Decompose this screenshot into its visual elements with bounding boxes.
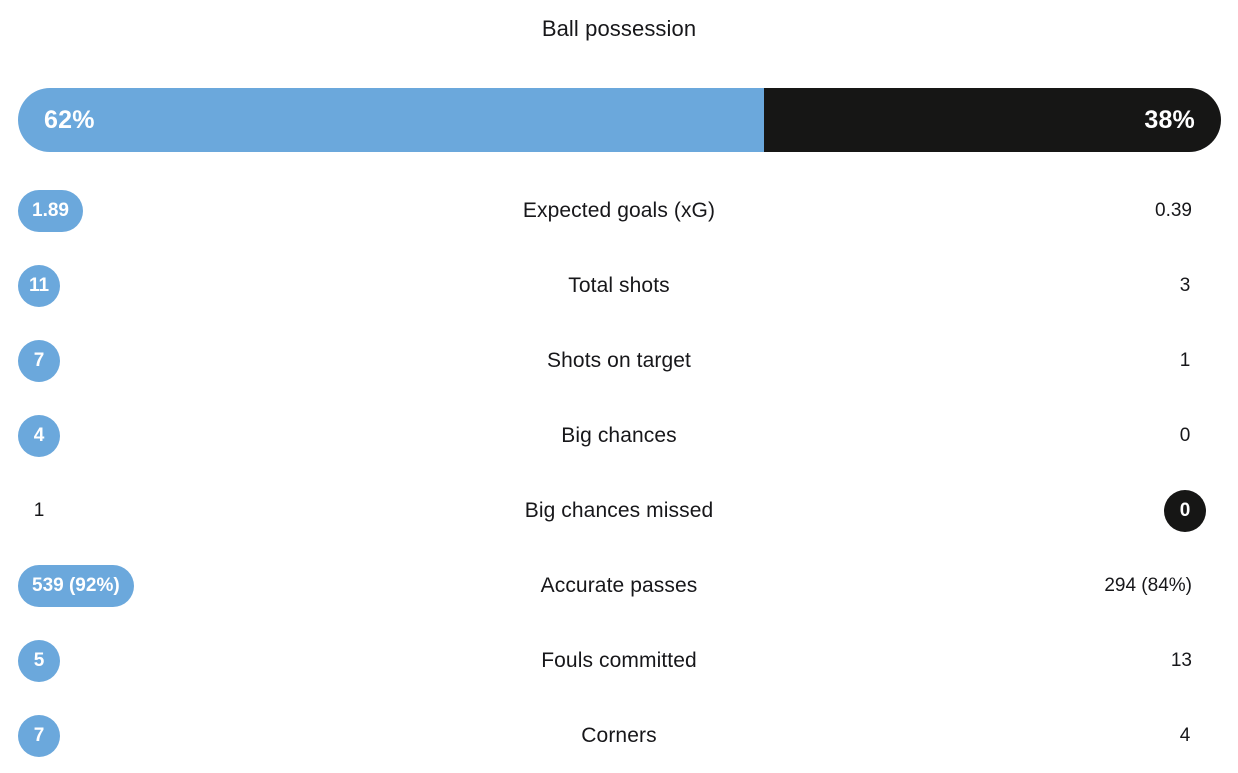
stat-away-value: 3 — [1179, 275, 1191, 296]
stat-home-value-wrap: 7 — [18, 323, 60, 398]
stat-row: 7 Corners 4 — [0, 698, 1238, 773]
stat-away-value-wrap: 3 — [1164, 248, 1206, 323]
stat-away-value: 294 (84%) — [1104, 575, 1192, 596]
stat-row: 1 Big chances missed 0 — [0, 473, 1238, 548]
stat-away-value-wrap: 1 — [1164, 323, 1206, 398]
stat-home-value-wrap: 539 (92%) — [18, 548, 134, 623]
ball-possession-bar: 62% 38% — [18, 88, 1221, 152]
possession-away-label: 38% — [1144, 105, 1195, 134]
stat-home-value-wrap: 4 — [18, 398, 60, 473]
stat-label: Accurate passes — [540, 573, 698, 597]
stat-label: Total shots — [568, 273, 670, 297]
stat-row: 7 Shots on target 1 — [0, 323, 1238, 398]
possession-segment-home: 62% — [18, 88, 764, 152]
stat-away-value: 0 — [1179, 425, 1191, 446]
stat-row: 4 Big chances 0 — [0, 398, 1238, 473]
stat-label: Shots on target — [547, 348, 691, 372]
stat-home-value: 1.89 — [18, 189, 83, 232]
stat-row: 5 Fouls committed 13 — [0, 623, 1238, 698]
stat-home-value: 539 (92%) — [18, 564, 134, 607]
stat-away-value-wrap: 0 — [1164, 473, 1206, 548]
stat-home-value-wrap: 1 — [18, 473, 60, 548]
stat-away-value: 0.39 — [1155, 200, 1192, 221]
match-statistics-panel: Ball possession 62% 38% 1.89 Expected goa… — [0, 0, 1238, 764]
stat-away-value-wrap: 4 — [1164, 698, 1206, 773]
stat-row: 539 (92%) Accurate passes 294 (84%) — [0, 548, 1238, 623]
stat-home-value: 11 — [18, 264, 60, 307]
stat-home-value: 4 — [18, 414, 60, 457]
stat-label: Fouls committed — [541, 648, 697, 672]
stat-away-value-wrap: 0.39 — [1141, 173, 1206, 248]
stat-row: 1.89 Expected goals (xG) 0.39 — [0, 173, 1238, 248]
stat-away-value-wrap: 294 (84%) — [1090, 548, 1206, 623]
stat-home-value: 5 — [18, 639, 60, 682]
statistics-list: 1.89 Expected goals (xG) 0.39 11 Total shots… — [0, 173, 1238, 773]
stat-home-value: 1 — [33, 500, 45, 521]
stat-label: Big chances — [561, 423, 677, 447]
stat-away-value: 0 — [1164, 489, 1206, 532]
stat-home-value: 7 — [18, 339, 60, 382]
stat-away-value: 13 — [1170, 650, 1192, 671]
stat-home-value-wrap: 5 — [18, 623, 60, 698]
stat-home-value-wrap: 11 — [18, 248, 60, 323]
stat-label: Expected goals (xG) — [522, 198, 716, 222]
stat-label: Big chances missed — [524, 498, 714, 522]
stat-home-value-wrap: 7 — [18, 698, 60, 773]
possession-segment-away: 38% — [763, 88, 1221, 152]
possession-home-label: 62% — [44, 105, 95, 134]
stat-label: Corners — [581, 723, 657, 747]
stat-away-value: 1 — [1179, 350, 1191, 371]
stat-away-value: 4 — [1179, 725, 1191, 746]
page-title: Ball possession — [541, 16, 697, 41]
stat-home-value-wrap: 1.89 — [18, 173, 83, 248]
stat-row: 11 Total shots 3 — [0, 248, 1238, 323]
stat-away-value-wrap: 0 — [1164, 398, 1206, 473]
stat-home-value: 7 — [18, 714, 60, 757]
stat-away-value-wrap: 13 — [1157, 623, 1206, 698]
